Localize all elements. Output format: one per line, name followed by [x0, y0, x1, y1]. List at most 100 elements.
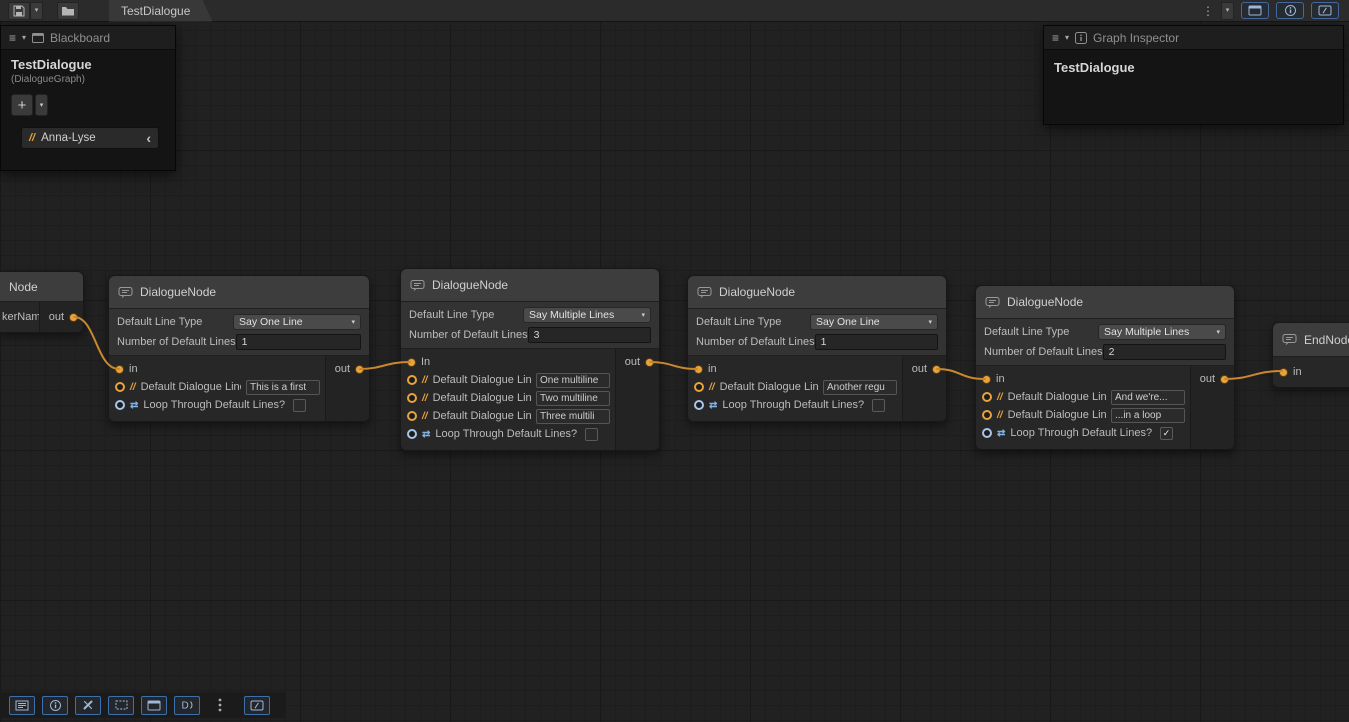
node-title-bar[interactable]: EndNode — [1273, 323, 1349, 357]
dialogue-line-input[interactable]: Two multiline — [536, 391, 610, 406]
dialogue-icon: D — [180, 699, 194, 711]
in-port[interactable] — [982, 375, 991, 384]
dialogue-node-4[interactable]: DialogueNode Default Line Type Say Multi… — [975, 285, 1235, 450]
save-dropdown-button[interactable]: ▾ — [30, 2, 43, 20]
dialogue-line-label: Default Dialogue Line — [141, 381, 241, 393]
toggle-minimap-button[interactable] — [108, 696, 134, 715]
node-title: DialogueNode — [1007, 295, 1083, 309]
node-title-bar[interactable]: Node — [0, 272, 83, 302]
menu-icon[interactable]: ≡ — [9, 32, 16, 44]
loop-port[interactable] — [407, 429, 417, 439]
end-node[interactable]: EndNode in — [1272, 322, 1349, 388]
collapse-icon[interactable]: ▾ — [22, 34, 26, 42]
dialogue-line-input[interactable]: Three multili — [536, 409, 610, 424]
toggle-dialogue-preview-button[interactable]: D — [174, 696, 200, 715]
num-lines-input[interactable]: 1 — [236, 334, 361, 350]
loop-port[interactable] — [982, 428, 992, 438]
chevron-down-icon: ▾ — [641, 311, 645, 319]
out-port-label: out — [335, 363, 350, 375]
dialogue-line-port[interactable] — [115, 382, 125, 392]
view-options-button[interactable]: ▾ — [1221, 2, 1234, 20]
breadcrumb-tab[interactable]: TestDialogue — [109, 0, 212, 22]
loop-label: Loop Through Default Lines? — [143, 399, 285, 411]
in-port[interactable] — [407, 358, 416, 367]
line-type-dropdown[interactable]: Say Multiple Lines ▾ — [523, 307, 651, 323]
loop-port[interactable] — [694, 400, 704, 410]
save-button[interactable] — [8, 2, 30, 20]
dialogue-line-input[interactable]: ...in a loop — [1111, 408, 1185, 423]
loop-checkbox[interactable]: ✓ — [1160, 427, 1173, 440]
dialogue-line-input[interactable]: One multiline — [536, 373, 610, 388]
speaker-node[interactable]: Node kerName out — [0, 271, 84, 333]
out-port[interactable] — [932, 365, 941, 374]
toggle-tools-button[interactable] — [75, 696, 101, 715]
dialogue-line-input[interactable]: This is a first — [246, 380, 320, 395]
num-lines-value: 3 — [534, 329, 540, 341]
line-type-dropdown[interactable]: Say Multiple Lines ▾ — [1098, 324, 1226, 340]
info-icon — [49, 699, 62, 712]
toggle-script-button[interactable] — [244, 696, 270, 715]
add-property-dropdown[interactable]: ▾ — [35, 94, 48, 116]
dialogue-line-port[interactable] — [982, 392, 992, 402]
toggle-blackboard-button[interactable] — [1241, 2, 1269, 19]
dialogue-node-3[interactable]: DialogueNode Default Line Type Say One L… — [687, 275, 947, 422]
line-type-dropdown[interactable]: Say One Line ▾ — [233, 314, 361, 330]
blackboard-header[interactable]: ≡ ▾ Blackboard — [1, 26, 175, 50]
dialogue-node-2[interactable]: DialogueNode Default Line Type Say Multi… — [400, 268, 660, 451]
more-options-button[interactable] — [207, 696, 233, 715]
num-lines-input[interactable]: 2 — [1103, 344, 1226, 360]
dialogue-line-label: Default Dialogue Line 2 — [433, 392, 531, 404]
in-port-label: In — [421, 356, 430, 368]
property-name: Anna-Lyse — [41, 132, 140, 144]
node-title-bar[interactable]: DialogueNode — [688, 276, 946, 309]
quote-icon: // — [422, 411, 428, 422]
in-port[interactable] — [1279, 368, 1288, 377]
loop-checkbox[interactable] — [293, 399, 306, 412]
out-port[interactable] — [1220, 375, 1229, 384]
add-property-button[interactable]: + — [11, 94, 33, 116]
dialogue-line-port[interactable] — [407, 411, 417, 421]
collapse-icon[interactable]: ▾ — [1065, 34, 1069, 42]
dialogue-node-1[interactable]: DialogueNode Default Line Type Say One L… — [108, 275, 370, 422]
num-lines-input[interactable]: 3 — [528, 327, 651, 343]
blackboard-property-row[interactable]: // Anna-Lyse ‹ — [21, 127, 159, 149]
chevron-left-icon[interactable]: ‹ — [146, 131, 151, 145]
toggle-info-button[interactable] — [42, 696, 68, 715]
blackboard-panel[interactable]: ≡ ▾ Blackboard TestDialogue (DialogueGra… — [0, 25, 176, 171]
quote-icon: // — [422, 393, 428, 404]
num-lines-label: Number of Default Lines — [984, 346, 1103, 358]
graph-inspector-panel[interactable]: ≡ ▾ Graph Inspector TestDialogue — [1043, 25, 1344, 125]
inspector-graph-name: TestDialogue — [1044, 50, 1343, 85]
in-port[interactable] — [694, 365, 703, 374]
node-title-bar[interactable]: DialogueNode — [976, 286, 1234, 319]
dialogue-line-port[interactable] — [407, 375, 417, 385]
dialogue-line-port[interactable] — [982, 410, 992, 420]
loop-checkbox[interactable] — [585, 428, 598, 441]
out-port[interactable] — [355, 365, 364, 374]
line-type-dropdown[interactable]: Say One Line ▾ — [810, 314, 938, 330]
toggle-console-button[interactable] — [9, 696, 35, 715]
loop-port[interactable] — [115, 400, 125, 410]
toggle-preview-button[interactable] — [1311, 2, 1339, 19]
in-port[interactable] — [115, 365, 124, 374]
toggle-blackboard-button[interactable] — [141, 696, 167, 715]
overflow-menu-icon[interactable]: ⋮ — [1202, 5, 1214, 17]
info-icon — [1075, 32, 1087, 44]
num-lines-input[interactable]: 1 — [815, 334, 938, 350]
graph-canvas[interactable]: ▾ TestDialogue ⋮ ▾ — [0, 0, 1349, 722]
ellipsis-icon — [218, 698, 222, 712]
dialogue-line-input[interactable]: And we're... — [1111, 390, 1185, 405]
loop-checkbox[interactable] — [872, 399, 885, 412]
menu-icon[interactable]: ≡ — [1052, 32, 1059, 44]
dialogue-line-value: And we're... — [1115, 392, 1168, 403]
dialogue-line-input[interactable]: Another regu — [823, 380, 897, 395]
out-port[interactable] — [69, 313, 78, 322]
inspector-header[interactable]: ≡ ▾ Graph Inspector — [1044, 26, 1343, 50]
node-title-bar[interactable]: DialogueNode — [109, 276, 369, 309]
dialogue-line-port[interactable] — [694, 382, 704, 392]
out-port[interactable] — [645, 358, 654, 367]
open-asset-button[interactable] — [57, 2, 79, 20]
dialogue-line-port[interactable] — [407, 393, 417, 403]
toggle-inspector-button[interactable] — [1276, 2, 1304, 19]
node-title-bar[interactable]: DialogueNode — [401, 269, 659, 302]
